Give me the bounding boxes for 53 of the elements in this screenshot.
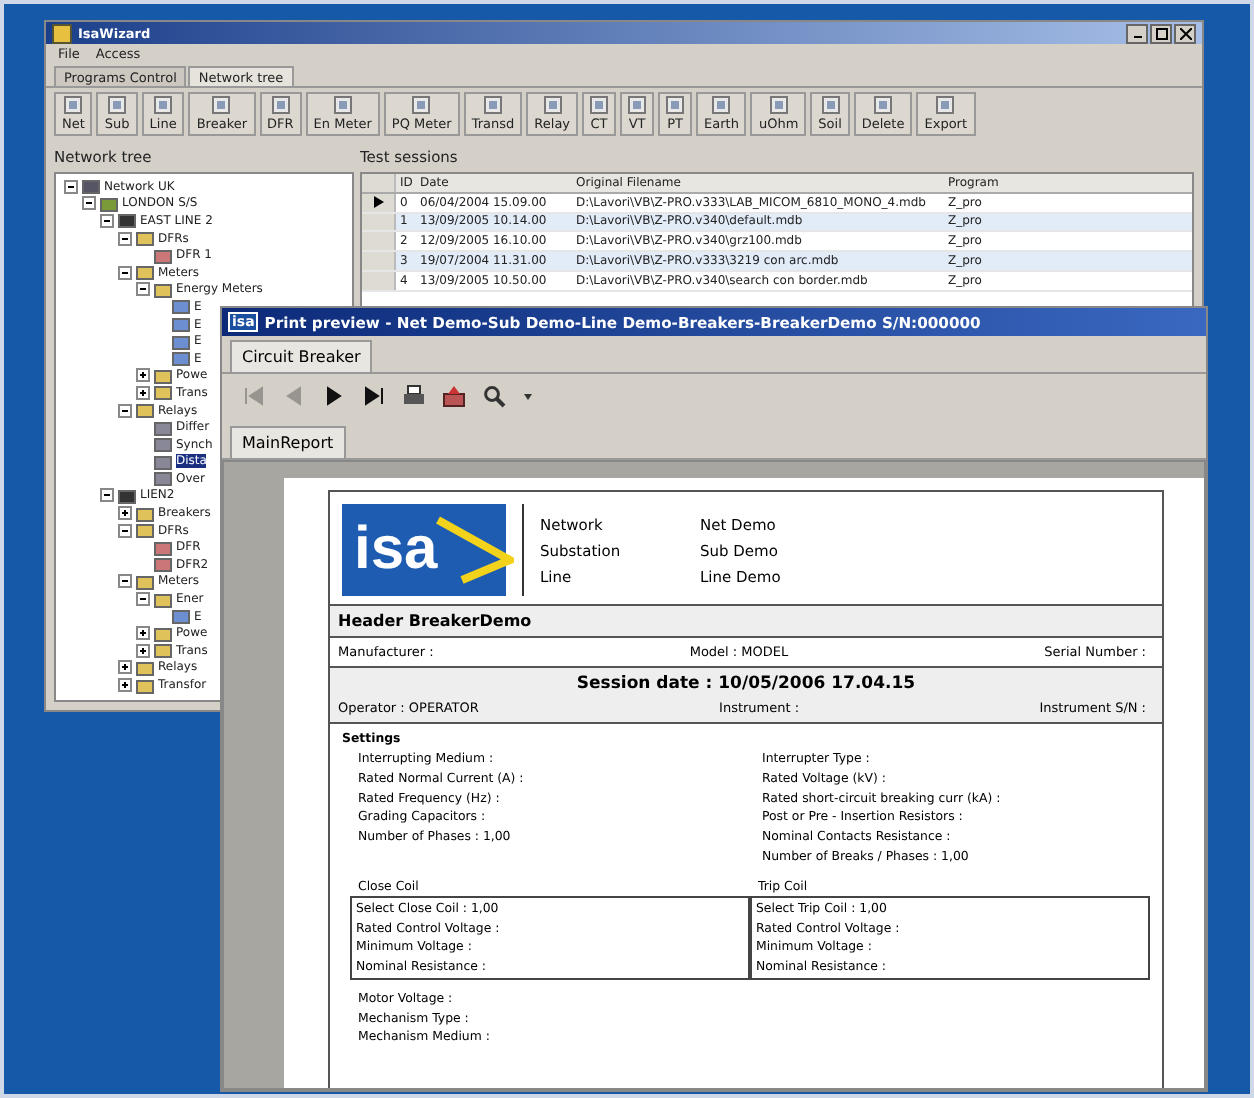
square-icon bbox=[271, 96, 290, 114]
square-icon bbox=[154, 96, 173, 114]
square-icon bbox=[484, 96, 503, 114]
collapse-icon[interactable] bbox=[82, 196, 96, 211]
zoom-icon[interactable] bbox=[482, 384, 506, 408]
collapse-icon[interactable] bbox=[100, 488, 114, 503]
collapse-icon[interactable] bbox=[136, 592, 150, 607]
expand-icon[interactable] bbox=[136, 368, 150, 383]
square-icon bbox=[212, 96, 231, 114]
square-icon bbox=[628, 96, 647, 114]
section-header: Header BreakerDemo bbox=[330, 606, 1162, 638]
square-icon bbox=[412, 96, 431, 114]
close-button[interactable] bbox=[1174, 23, 1196, 43]
print-icon[interactable] bbox=[402, 384, 426, 408]
expand-icon[interactable] bbox=[118, 506, 132, 521]
minimize-button[interactable] bbox=[1126, 23, 1148, 43]
expand-icon[interactable] bbox=[136, 385, 150, 400]
collapse-icon[interactable] bbox=[118, 265, 132, 280]
expand-icon[interactable] bbox=[118, 660, 132, 675]
tab[interactable]: Circuit Breaker bbox=[230, 340, 373, 372]
collapse-icon[interactable] bbox=[100, 213, 114, 228]
app-icon bbox=[52, 23, 72, 43]
current-row-icon bbox=[373, 196, 383, 209]
square-icon bbox=[590, 96, 609, 114]
expand-icon[interactable] bbox=[136, 626, 150, 641]
square-icon bbox=[874, 96, 893, 114]
collapse-icon[interactable] bbox=[118, 523, 132, 538]
maximize-button[interactable] bbox=[1150, 23, 1172, 43]
last-icon[interactable] bbox=[362, 384, 386, 408]
next-icon[interactable] bbox=[322, 384, 346, 408]
square-icon bbox=[333, 96, 352, 114]
close-icon bbox=[1179, 27, 1191, 39]
maximize-icon bbox=[1155, 27, 1167, 39]
square-icon bbox=[666, 96, 685, 114]
collapse-icon[interactable] bbox=[118, 574, 132, 589]
collapse-icon[interactable] bbox=[118, 403, 132, 418]
square-icon bbox=[712, 96, 731, 114]
collapse-icon[interactable] bbox=[64, 179, 78, 194]
expand-icon[interactable] bbox=[118, 678, 132, 693]
square-icon bbox=[769, 96, 788, 114]
export-icon[interactable] bbox=[442, 384, 466, 408]
collapse-icon[interactable] bbox=[118, 231, 132, 246]
session-date: Session date : 10/05/2006 17.04.15 bbox=[574, 672, 918, 694]
row-header bbox=[362, 174, 396, 192]
square-icon bbox=[821, 96, 840, 114]
tab[interactable]: MainReport bbox=[230, 426, 346, 458]
collapse-icon[interactable] bbox=[136, 282, 150, 297]
square-icon bbox=[108, 96, 127, 114]
square-icon bbox=[64, 96, 83, 114]
square-icon bbox=[936, 96, 955, 114]
expand-icon[interactable] bbox=[136, 643, 150, 658]
square-icon bbox=[543, 96, 562, 114]
device-icon bbox=[172, 608, 190, 625]
